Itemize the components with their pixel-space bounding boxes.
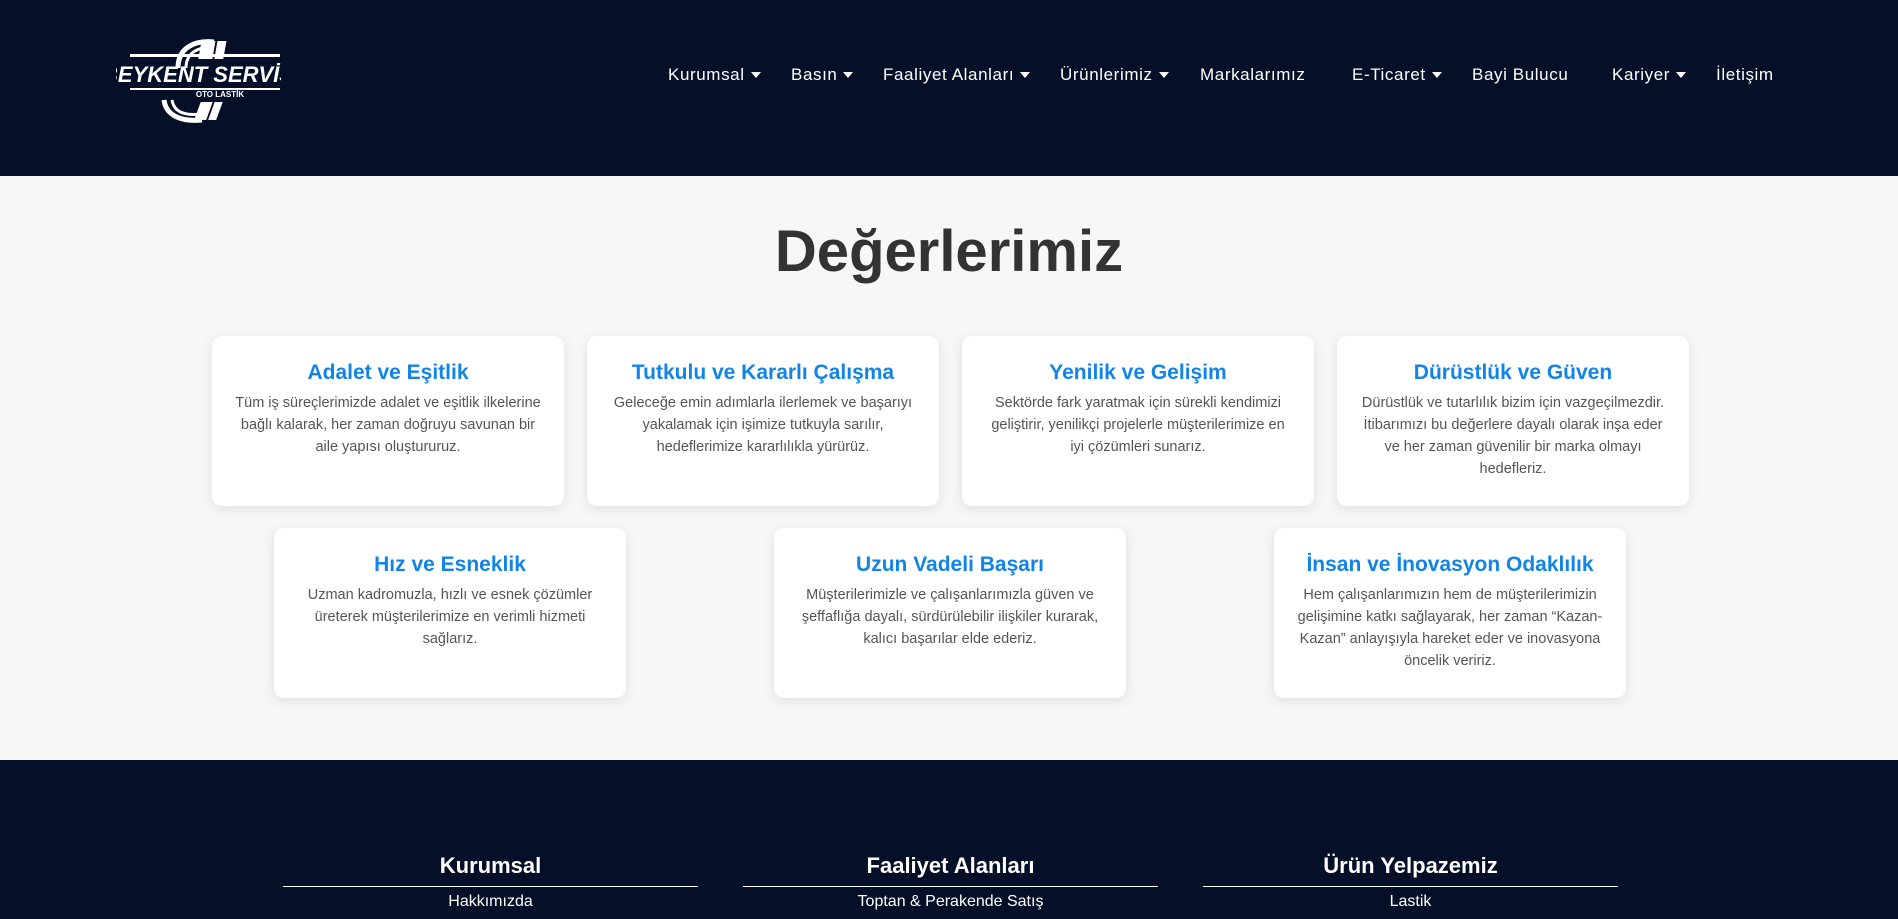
nav-label: Ürünlerimiz [1060,65,1153,84]
nav-label: İletişim [1716,65,1774,84]
nav-label: Kurumsal [668,65,745,84]
nav-faaliyet-alanlari[interactable]: Faaliyet Alanları [883,62,1031,88]
value-card-text: Geleceğe emin adımlarla ilerlemek ve baş… [613,395,913,455]
value-card-title: Dürüstlük ve Güven [1413,361,1613,384]
caret-down-icon [1020,72,1031,78]
footer-column-title: Kurumsal [283,852,698,887]
caret-down-icon [1158,72,1169,78]
nav-label: Basın [791,65,838,84]
caret-down-icon [750,72,761,78]
value-card-title: Hız ve Esneklik [374,553,526,576]
caret-down-icon [1676,72,1687,78]
footer-column-faaliyet: Faaliyet Alanları Toptan & Perakende Sat… [743,852,1158,911]
site-footer: Kurumsal Hakkımızda Faaliyet Alanları To… [0,760,1898,919]
value-card: Tutkulu ve Kararlı Çalışma Geleceğe emin… [587,336,939,506]
value-card: Uzun Vadeli Başarı Müşterilerimizle ve ç… [774,528,1126,698]
value-card-text: Tüm iş süreçlerimizde adalet ve eşitlik … [235,395,541,455]
footer-column-urun: Ürün Yelpazemiz Lastik [1203,852,1618,911]
footer-link[interactable]: Hakkımızda [283,893,698,911]
value-card: Yenilik ve Gelişim Sektörde fark yaratma… [962,336,1314,506]
nav-label: Faaliyet Alanları [883,65,1015,84]
nav-iletisim[interactable]: İletişim [1716,62,1774,88]
footer-column-title: Faaliyet Alanları [743,852,1158,887]
nav-label: E-Ticaret [1352,65,1426,84]
value-card: Dürüstlük ve Güven Dürüstlük ve tutarlıl… [1337,336,1689,506]
value-card-title: Tutkulu ve Kararlı Çalışma [631,361,895,384]
value-card: Adalet ve Eşitlik Tüm iş süreçlerimizde … [212,336,564,506]
value-card-text: Sektörde fark yaratmak için sürekli kend… [991,395,1285,455]
footer-column-kurumsal: Kurumsal Hakkımızda [283,852,698,911]
value-card: İnsan ve İnovasyon Odaklılık Hem çalışan… [1274,528,1626,698]
nav-kariyer[interactable]: Kariyer [1612,62,1687,88]
svg-text:OTO LASTİK: OTO LASTİK [196,90,245,99]
value-card-text: Dürüstlük ve tutarlılık bizim için vazge… [1361,395,1665,477]
caret-down-icon [843,72,854,78]
value-card-title: Uzun Vadeli Başarı [856,553,1044,576]
footer-link[interactable]: Lastik [1203,893,1618,911]
footer-link[interactable]: Toptan & Perakende Satış [743,893,1158,911]
nav-e-ticaret[interactable]: E-Ticaret [1352,62,1442,88]
nav-basin[interactable]: Basın [791,62,854,88]
nav-label: Kariyer [1612,65,1671,84]
nav-label: Bayi Bulucu [1472,65,1569,84]
value-card-title: İnsan ve İnovasyon Odaklılık [1306,553,1594,576]
value-card-text: Müşterilerimizle ve çalışanlarımızla güv… [801,587,1099,647]
value-card-title: Adalet ve Eşitlik [307,361,469,384]
nav-label: Markalarımız [1200,65,1306,84]
value-card-text: Uzman kadromuzla, hızlı ve esnek çözümle… [307,587,593,647]
footer-column-title: Ürün Yelpazemiz [1203,852,1618,887]
value-card-text: Hem çalışanlarımızın hem de müşterilerim… [1297,587,1603,669]
nav-urunlerimiz[interactable]: Ürünlerimiz [1060,62,1169,88]
values-title: Değerlerimiz [774,219,1124,284]
site-header: BEYKENT SERVİS OTO LASTİK Kurumsal Basın… [0,0,1898,176]
nav-markalarimiz[interactable]: Markalarımız [1200,62,1305,88]
caret-down-icon [1431,72,1442,78]
value-card-title: Yenilik ve Gelişim [1049,361,1227,384]
nav-kurumsal[interactable]: Kurumsal [668,62,761,88]
main-nav: Kurumsal Basın Faaliyet Alanları Ürünler… [0,62,1898,88]
nav-bayi-bulucu[interactable]: Bayi Bulucu [1472,62,1568,88]
value-card: Hız ve Esneklik Uzman kadromuzla, hızlı … [274,528,626,698]
